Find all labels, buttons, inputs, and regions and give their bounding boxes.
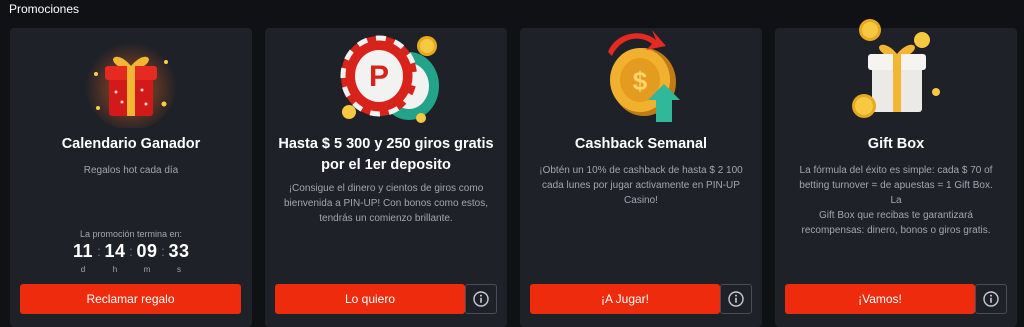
card-description: ¡Consigue el dinero y cientos de giros c…	[284, 183, 488, 224]
card-description: Regalos hot cada día	[83, 165, 179, 176]
timer-seconds: 33 s	[168, 241, 190, 274]
claim-gift-button[interactable]: Reclamar regalo	[20, 284, 241, 314]
card-title: Hasta $ 5 300 y 250 giros gratis por el …	[278, 136, 494, 173]
promo-card-welcome-bonus: P P Hasta $ 5 300 y 250 giros gratis por…	[265, 28, 507, 327]
info-button[interactable]	[975, 284, 1007, 314]
card-title: Calendario Ganador	[61, 136, 201, 152]
info-icon	[728, 291, 744, 307]
info-icon	[983, 291, 999, 307]
info-button[interactable]	[465, 284, 497, 314]
timer-minutes: 09 m	[136, 241, 158, 274]
promo-card-gift-box: Gift Box La fórmula del éxito es simple:…	[775, 19, 1017, 327]
casino-chips-icon: P P	[321, 28, 451, 128]
svg-text:P: P	[369, 60, 389, 93]
red-gift-box-icon	[76, 32, 186, 130]
section-title: Promociones	[9, 2, 80, 16]
timer-hours: 14 h	[104, 241, 126, 274]
info-button[interactable]	[720, 284, 752, 314]
timer-days: 11 d	[72, 241, 94, 274]
card-description: La fórmula del éxito es simple: cada $ 7…	[799, 165, 993, 236]
promo-card-calendario: Calendario Ganador Regalos hot cada día …	[10, 28, 252, 327]
a-jugar-button[interactable]: ¡A Jugar!	[530, 284, 720, 314]
white-gift-box-icon	[836, 18, 956, 128]
card-title: Gift Box	[867, 136, 925, 152]
vamos-button[interactable]: ¡Vamos!	[785, 284, 975, 314]
promo-card-cashback: $ Cashback Semanal ¡Obtén un 10% de cash…	[520, 28, 762, 327]
lo-quiero-button[interactable]: Lo quiero	[275, 284, 465, 314]
countdown-timer: 11 d : 14 h : 09 m : 33 s	[10, 240, 252, 274]
timer-label: La promoción termina en:	[79, 229, 183, 239]
card-title: Cashback Semanal	[574, 136, 708, 152]
cashback-coin-icon: $	[586, 22, 696, 128]
card-description: ¡Obtén un 10% de cashback de hasta $ 2 1…	[539, 165, 743, 206]
info-icon	[473, 291, 489, 307]
svg-text:$: $	[633, 66, 648, 96]
